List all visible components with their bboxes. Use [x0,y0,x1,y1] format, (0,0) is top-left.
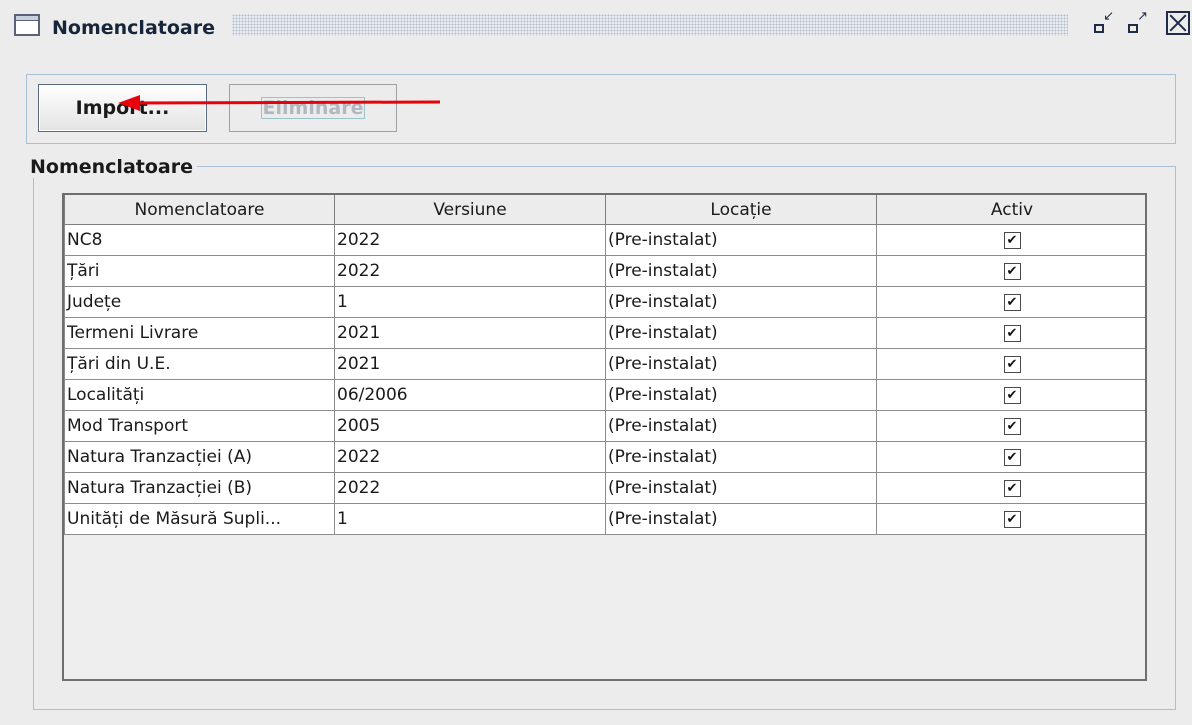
cell-version[interactable]: 1 [334,286,606,318]
table-row[interactable]: Țări din U.E. 2021 (Pre-instalat) ✔ [64,348,1145,380]
cell-name[interactable]: Țări [64,255,335,287]
cell-version[interactable]: 1 [334,503,606,535]
cell-location[interactable]: (Pre-instalat) [605,410,877,442]
cell-version[interactable]: 2022 [334,224,606,256]
cell-location[interactable]: (Pre-instalat) [605,441,877,473]
cell-name[interactable]: Mod Transport [64,410,335,442]
delete-button: Eliminare [229,84,397,132]
table-header-row: Nomenclatoare Versiune Locație Activ [64,195,1145,225]
cell-name[interactable]: Județe [64,286,335,318]
cell-version[interactable]: 2022 [334,472,606,504]
active-checkbox[interactable]: ✔ [1003,386,1021,404]
table-row[interactable]: Țări 2022 (Pre-instalat) ✔ [64,255,1145,287]
cell-active[interactable]: ✔ [876,503,1145,535]
cell-name[interactable]: NC8 [64,224,335,256]
window-icon [14,14,40,36]
title-bar: Nomenclatoare ↙ ↗ [0,0,1192,48]
table-row[interactable]: Localități 06/2006 (Pre-instalat) ✔ [64,379,1145,411]
import-button[interactable]: Import... [38,84,207,132]
column-header-nomenclatoare[interactable]: Nomenclatoare [64,195,335,225]
table-row[interactable]: Unități de Măsură Supli... 1 (Pre-instalat… [64,503,1145,535]
active-checkbox[interactable]: ✔ [1003,355,1021,373]
cell-active[interactable]: ✔ [876,379,1145,411]
maximize-icon[interactable]: ↗ [1124,10,1150,36]
active-checkbox[interactable]: ✔ [1003,231,1021,249]
cell-version[interactable]: 2021 [334,348,606,380]
cell-active[interactable]: ✔ [876,410,1145,442]
cell-name[interactable]: Natura Tranzacției (A) [64,441,335,473]
table-row[interactable]: Termeni Livrare 2021 (Pre-instalat) ✔ [64,317,1145,349]
cell-location[interactable]: (Pre-instalat) [605,255,877,287]
table-row[interactable]: Natura Tranzacției (A) 2022 (Pre-instalat)… [64,441,1145,473]
column-header-locatie[interactable]: Locație [605,195,877,225]
cell-version[interactable]: 2022 [334,441,606,473]
cell-version[interactable]: 2005 [334,410,606,442]
column-header-activ[interactable]: Activ [876,195,1145,225]
cell-name[interactable]: Localități [64,379,335,411]
table-row[interactable]: NC8 2022 (Pre-instalat) ✔ [64,224,1145,256]
cell-version[interactable]: 06/2006 [334,379,606,411]
cell-active[interactable]: ✔ [876,224,1145,256]
active-checkbox[interactable]: ✔ [1003,448,1021,466]
table-row[interactable]: Mod Transport 2005 (Pre-instalat) ✔ [64,410,1145,442]
delete-button-label: Eliminare [260,97,366,119]
table-row[interactable]: Natura Tranzacției (B) 2022 (Pre-instalat)… [64,472,1145,504]
cell-name[interactable]: Unități de Măsură Supli... [64,503,335,535]
cell-active[interactable]: ✔ [876,441,1145,473]
title-bar-pattern [232,14,1068,36]
cell-name[interactable]: Natura Tranzacției (B) [64,472,335,504]
import-button-label: Import... [75,97,170,119]
active-checkbox[interactable]: ✔ [1003,510,1021,528]
cell-active[interactable]: ✔ [876,348,1145,380]
close-icon[interactable] [1166,11,1190,35]
cell-active[interactable]: ✔ [876,472,1145,504]
cell-location[interactable]: (Pre-instalat) [605,317,877,349]
cell-active[interactable]: ✔ [876,317,1145,349]
cell-location[interactable]: (Pre-instalat) [605,224,877,256]
window-title: Nomenclatoare [52,17,215,39]
table-row[interactable]: Județe 1 (Pre-instalat) ✔ [64,286,1145,318]
nomenclatures-table: Nomenclatoare Versiune Locație Activ NC8… [62,193,1147,681]
active-checkbox[interactable]: ✔ [1003,417,1021,435]
cell-active[interactable]: ✔ [876,286,1145,318]
cell-version[interactable]: 2022 [334,255,606,287]
column-header-versiune[interactable]: Versiune [334,195,606,225]
active-checkbox[interactable]: ✔ [1003,262,1021,280]
cell-name[interactable]: Țări din U.E. [64,348,335,380]
cell-location[interactable]: (Pre-instalat) [605,379,877,411]
active-checkbox[interactable]: ✔ [1003,293,1021,311]
cell-location[interactable]: (Pre-instalat) [605,286,877,318]
minimize-icon[interactable]: ↙ [1090,10,1116,36]
cell-name[interactable]: Termeni Livrare [64,317,335,349]
cell-active[interactable]: ✔ [876,255,1145,287]
active-checkbox[interactable]: ✔ [1003,479,1021,497]
cell-location[interactable]: (Pre-instalat) [605,503,877,535]
group-title: Nomenclatoare [30,156,197,178]
active-checkbox[interactable]: ✔ [1003,324,1021,342]
cell-version[interactable]: 2021 [334,317,606,349]
cell-location[interactable]: (Pre-instalat) [605,472,877,504]
cell-location[interactable]: (Pre-instalat) [605,348,877,380]
